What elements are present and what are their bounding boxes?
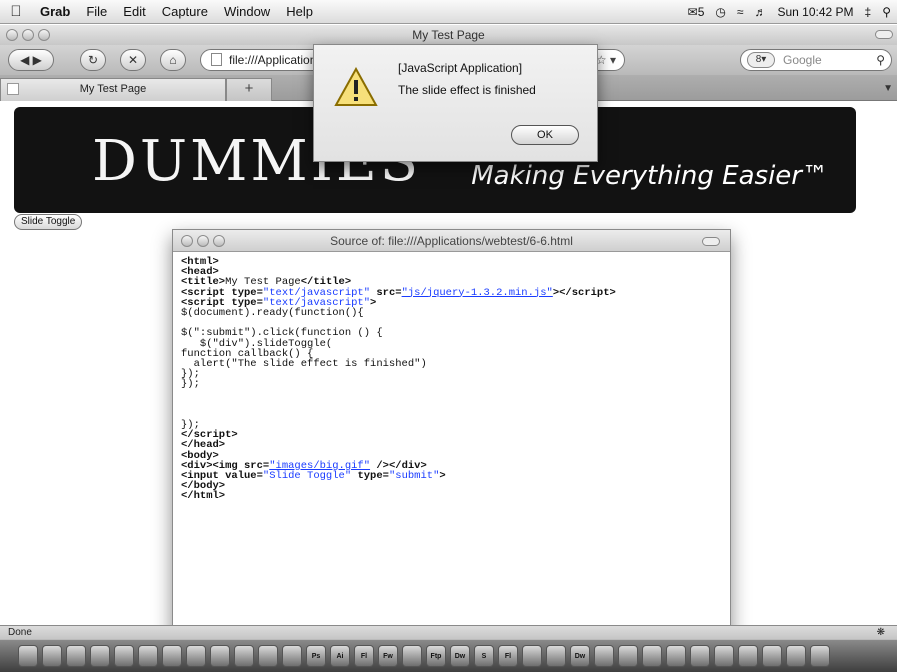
new-tab-button[interactable]: +: [226, 78, 272, 101]
banner-tagline: Making Everything Easier™: [471, 161, 828, 191]
dock-app-icon[interactable]: [90, 645, 110, 667]
dock-app-icon[interactable]: [618, 645, 638, 667]
dock-app-icon[interactable]: [234, 645, 254, 667]
dock-app-icon[interactable]: [282, 645, 302, 667]
javascript-alert-dialog: [JavaScript Application] The slide effec…: [313, 44, 598, 162]
stop-button[interactable]: ✕: [120, 49, 146, 71]
dock-app-icon[interactable]: [738, 645, 758, 667]
dock-app-icon[interactable]: Fl: [354, 645, 374, 667]
dock-app-icon[interactable]: [186, 645, 206, 667]
dock-app-icon[interactable]: [714, 645, 734, 667]
dock-app-icon[interactable]: [114, 645, 134, 667]
dock-app-icon[interactable]: [546, 645, 566, 667]
bookmark-star-icon[interactable]: ☆ ▾: [596, 50, 616, 70]
mail-icon[interactable]: ✉5: [688, 5, 705, 19]
wifi-icon[interactable]: ≈: [737, 5, 744, 19]
close-window-button[interactable]: [6, 29, 18, 41]
dock-app-icon[interactable]: [522, 645, 542, 667]
window-title: My Test Page: [412, 28, 485, 42]
back-arrow-icon[interactable]: ◀: [20, 53, 29, 67]
menu-window[interactable]: Window: [216, 4, 278, 19]
source-minimize-button[interactable]: [197, 235, 209, 247]
menu-bar:  Grab File Edit Capture Window Help ✉5 …: [0, 0, 897, 24]
source-zoom-button[interactable]: [213, 235, 225, 247]
dock-app-icon[interactable]: S: [474, 645, 494, 667]
menu-help[interactable]: Help: [278, 4, 321, 19]
search-engine-icon[interactable]: 8▾: [747, 52, 775, 68]
dock-app-icon[interactable]: [810, 645, 830, 667]
tab-list-icon[interactable]: ▼: [883, 83, 893, 94]
dock-app-icon[interactable]: [762, 645, 782, 667]
zoom-window-button[interactable]: [38, 29, 50, 41]
dock-app-icon[interactable]: [210, 645, 230, 667]
source-window: Source of: file:///Applications/webtest/…: [172, 229, 731, 672]
time-machine-icon[interactable]: ◷: [715, 5, 725, 19]
menu-capture[interactable]: Capture: [154, 4, 216, 19]
source-toolbar-toggle[interactable]: [702, 237, 720, 246]
warning-icon: [334, 67, 378, 106]
status-activity-icon: ❋: [876, 627, 885, 638]
dock-app-icon[interactable]: [690, 645, 710, 667]
spotlight-icon[interactable]: ⚲: [882, 5, 891, 19]
menu-file[interactable]: File: [78, 4, 115, 19]
dock-app-icon[interactable]: Ftp: [426, 645, 446, 667]
browser-title-bar: My Test Page: [0, 25, 897, 45]
clock[interactable]: Sun 10:42 PM: [777, 5, 853, 19]
status-text: Done: [8, 627, 32, 638]
dock-app-icon[interactable]: [786, 645, 806, 667]
status-bar: Done ❋: [0, 625, 897, 639]
dock-app-icon[interactable]: [594, 645, 614, 667]
dock-app-icon[interactable]: [162, 645, 182, 667]
dock-app-icon[interactable]: [18, 645, 38, 667]
alert-title: [JavaScript Application]: [398, 61, 523, 75]
tab-my-test-page[interactable]: My Test Page: [0, 78, 226, 101]
bluetooth-icon[interactable]: ‡: [865, 5, 872, 19]
reload-icon: ↻: [87, 53, 99, 67]
reload-button[interactable]: ↻: [80, 49, 106, 71]
search-input[interactable]: 8▾ Google ⚲: [740, 49, 892, 71]
dock-app-icon[interactable]: [42, 645, 62, 667]
dock-app-icon[interactable]: Ai: [330, 645, 350, 667]
alert-ok-button[interactable]: OK: [511, 125, 579, 145]
tab-close-icon[interactable]: [7, 83, 19, 95]
source-close-button[interactable]: [181, 235, 193, 247]
dock-app-icon[interactable]: Fl: [498, 645, 518, 667]
menu-app-name[interactable]: Grab: [32, 4, 78, 19]
search-placeholder: Google: [783, 53, 822, 67]
dock-app-icon[interactable]: Fw: [378, 645, 398, 667]
dock: Ps Ai Fl Fw Ftp Dw S Fl Dw: [0, 639, 897, 672]
menu-edit[interactable]: Edit: [115, 4, 153, 19]
home-button[interactable]: ⌂: [160, 49, 186, 71]
source-window-title-bar: Source of: file:///Applications/webtest/…: [173, 230, 730, 252]
source-code: <html> <head> <title>My Test Page</title> <…: [181, 256, 616, 503]
source-window-controls: [181, 235, 225, 247]
dock-app-icon[interactable]: [66, 645, 86, 667]
search-icon[interactable]: ⚲: [876, 50, 885, 70]
minimize-window-button[interactable]: [22, 29, 34, 41]
toolbar-toggle-button[interactable]: [875, 30, 893, 39]
window-controls: [6, 29, 50, 41]
apple-menu-icon[interactable]: : [0, 3, 32, 20]
dock-app-icon[interactable]: [666, 645, 686, 667]
slide-toggle-button[interactable]: Slide Toggle: [14, 214, 83, 230]
volume-icon[interactable]: ♬: [754, 5, 766, 19]
mail-count: 5: [697, 5, 705, 19]
home-icon: ⌂: [169, 53, 177, 67]
page-icon: [211, 53, 222, 66]
dock-app-icon[interactable]: [402, 645, 422, 667]
forward-arrow-icon[interactable]: ▶: [33, 53, 42, 67]
page-content: DUMMIES Making Everything Easier™ Slide …: [0, 101, 897, 672]
dock-app-icon[interactable]: [258, 645, 278, 667]
source-window-title: Source of: file:///Applications/webtest/…: [330, 234, 573, 248]
tab-label: My Test Page: [79, 83, 147, 95]
dock-app-icon[interactable]: Ps: [306, 645, 326, 667]
stop-icon: ✕: [127, 53, 139, 67]
dock-app-icon[interactable]: [642, 645, 662, 667]
dock-app-icon[interactable]: Dw: [570, 645, 590, 667]
dock-app-icon[interactable]: [138, 645, 158, 667]
back-forward-button[interactable]: ◀ ▶: [8, 49, 54, 71]
dock-app-icon[interactable]: Dw: [450, 645, 470, 667]
alert-message: The slide effect is finished: [398, 83, 536, 97]
